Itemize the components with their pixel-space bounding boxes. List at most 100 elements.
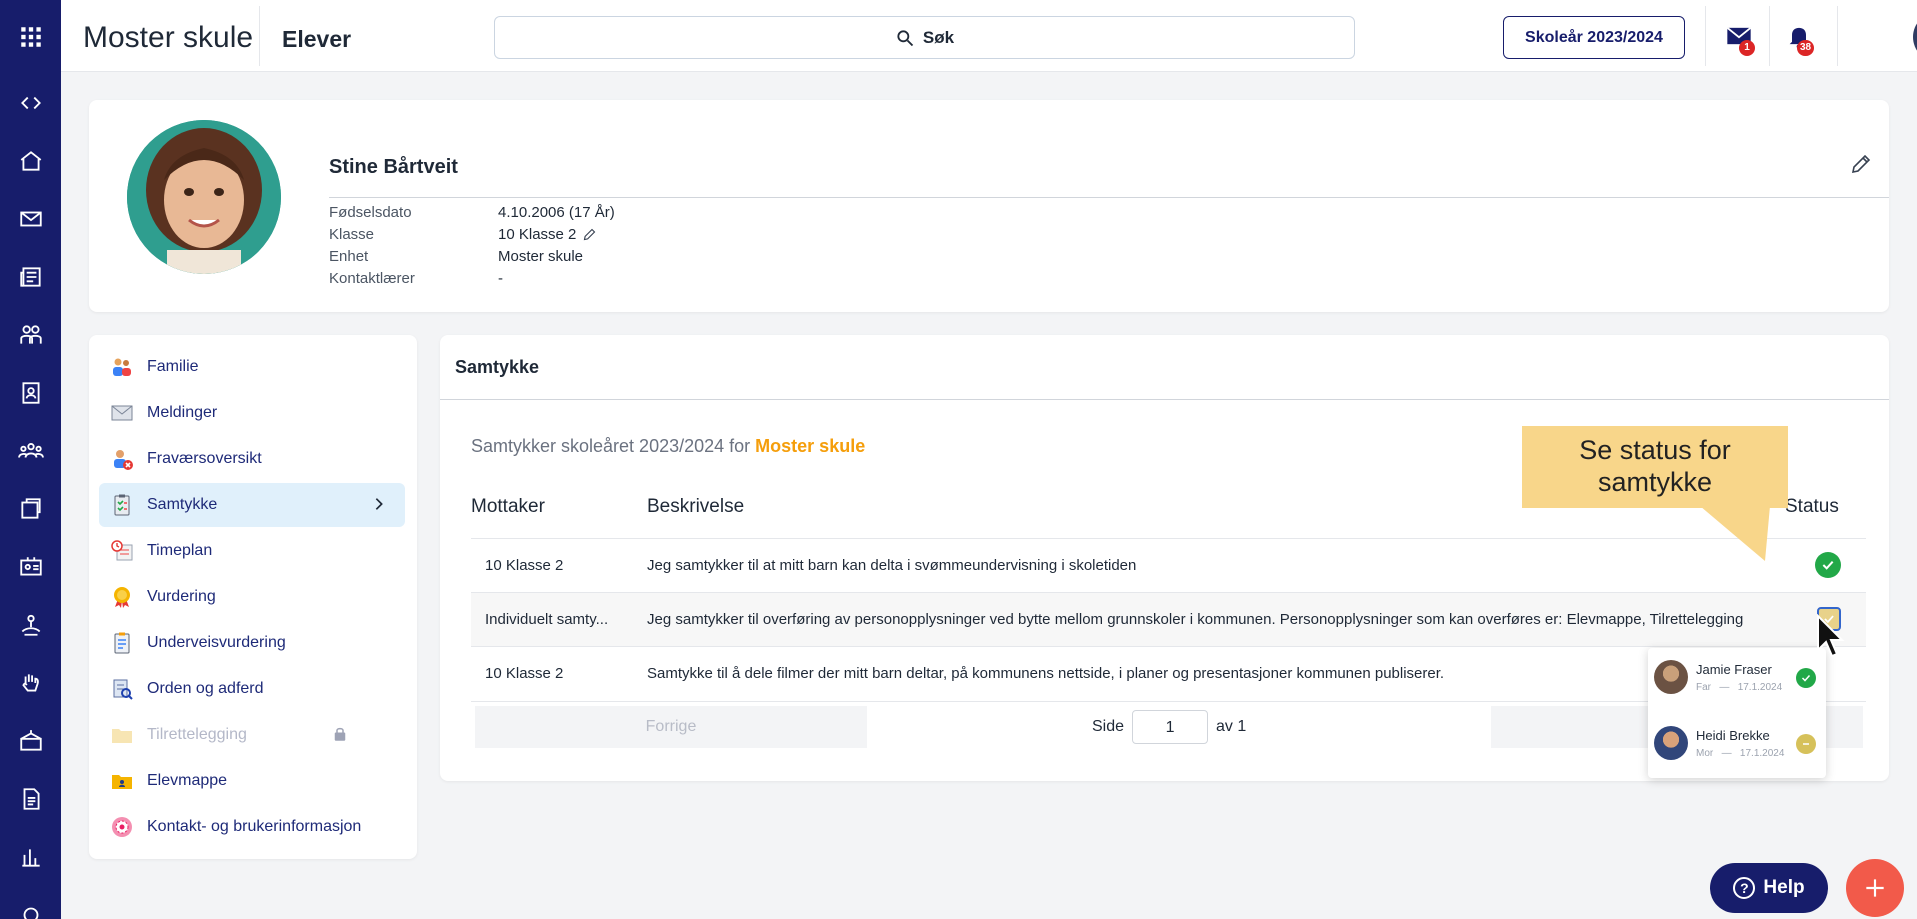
consent-subtitle: Samtykker skoleåret 2023/2024 for Moster…	[471, 436, 865, 457]
meditation-icon[interactable]	[0, 605, 61, 645]
help-label: Help	[1763, 877, 1805, 898]
help-button[interactable]: ? Help	[1710, 863, 1828, 913]
notification-badge: 38	[1797, 40, 1815, 56]
guardian-avatar	[1654, 660, 1688, 694]
expand-collapse-icon[interactable]	[0, 83, 61, 123]
menu-item-meldinger[interactable]: Meldinger	[99, 391, 405, 435]
page-indicator: Side 1 av 1	[1092, 710, 1246, 744]
description-cell: Jeg samtykker til overføring av personop…	[647, 611, 1743, 628]
menu-label: Kontakt- og brukerinformasjon	[147, 818, 362, 835]
document-icon[interactable]	[0, 779, 61, 819]
notifications-button[interactable]: 38	[1785, 22, 1817, 56]
puzzle-icon[interactable]	[0, 489, 61, 529]
school-year-button[interactable]: Skoleår 2023/2024	[1503, 16, 1685, 59]
student-side-menu: Familie Meldinger Fraværsoversikt Samtyk…	[89, 335, 417, 859]
subtitle-org-link[interactable]: Moster skule	[755, 436, 865, 456]
divider	[1705, 6, 1706, 66]
family-icon	[109, 354, 135, 380]
meta-separator: —	[1719, 682, 1730, 693]
page-label: Side	[1092, 718, 1125, 735]
recipient-cell: 10 Klasse 2	[485, 557, 564, 574]
birthdate-value: 4.10.2006 (17 År)	[498, 204, 615, 221]
people-icon[interactable]	[0, 431, 61, 471]
callout-tail	[1700, 506, 1770, 561]
absence-icon	[109, 446, 135, 472]
search-field[interactable]: Søk	[494, 16, 1355, 59]
apps-grid-icon[interactable]	[0, 17, 61, 57]
add-button[interactable]	[1846, 859, 1904, 917]
birthdate-label: Fødselsdato	[329, 204, 412, 221]
consent-clipboard-icon	[109, 492, 135, 518]
menu-item-underveisvurdering[interactable]: Underveisvurdering	[99, 621, 405, 665]
id-badge-icon[interactable]	[0, 547, 61, 587]
description-cell: Jeg samtykker til at mitt barn kan delta…	[647, 557, 1137, 574]
column-header-description[interactable]: Beskrivelse	[647, 496, 744, 518]
column-header-status[interactable]: Status	[1785, 496, 1839, 518]
status-pending-icon	[1796, 734, 1816, 754]
user-avatar[interactable]	[1913, 12, 1917, 62]
folder-icon	[109, 722, 135, 748]
status-callout: Se status for samtykke	[1522, 426, 1788, 508]
unit-label: Enhet	[329, 248, 369, 265]
assessment-icon	[109, 630, 135, 656]
menu-label: Orden og adferd	[147, 680, 264, 697]
menu-item-familie[interactable]: Familie	[99, 345, 405, 389]
hand-raise-icon[interactable]	[0, 663, 61, 703]
menu-item-elevmappe[interactable]: Elevmappe	[99, 759, 405, 803]
page-number-input[interactable]: 1	[1132, 710, 1209, 744]
guardian-avatar	[1654, 726, 1688, 760]
menu-label: Familie	[147, 358, 199, 375]
page-count-label: av 1	[1216, 718, 1247, 735]
class-label: Klasse	[329, 226, 375, 243]
behavior-icon	[109, 676, 135, 702]
birthdate-text: 4.10.2006 (17 År)	[498, 204, 615, 221]
statistics-icon[interactable]	[0, 837, 61, 877]
divider	[259, 6, 260, 66]
menu-item-samtykke[interactable]: Samtykke	[99, 483, 405, 527]
student-folder-icon	[109, 768, 135, 794]
menu-label: Elevmappe	[147, 772, 228, 789]
table-row[interactable]: Individuelt samty... Jeg samtykker til o…	[471, 593, 1866, 646]
mail-button[interactable]: 1	[1725, 22, 1757, 56]
guardian-entry: Jamie Fraser Far — 17.1.2024	[1654, 652, 1820, 704]
unit-value: Moster skule	[498, 248, 583, 265]
mail-icon[interactable]	[0, 199, 61, 239]
contact-teacher-label: Kontaktlærer	[329, 270, 415, 287]
divider	[329, 197, 1889, 198]
guardian-meta: Mor — 17.1.2024	[1696, 748, 1784, 759]
menu-item-kontakt-og-brukerinformasjon[interactable]: Kontakt- og brukerinformasjon	[99, 805, 405, 849]
left-navigation-rail	[0, 0, 61, 919]
classroom-icon[interactable]	[0, 721, 61, 761]
meta-separator: —	[1721, 748, 1732, 759]
column-header-recipient[interactable]: Mottaker	[471, 496, 545, 518]
previous-page-button[interactable]: Forrige	[475, 706, 867, 748]
divider	[1769, 6, 1770, 66]
pencil-icon	[1851, 154, 1871, 174]
help-icon: ?	[1733, 877, 1756, 899]
menu-item-fravaersoversikt[interactable]: Fraværsoversikt	[99, 437, 405, 481]
menu-item-timeplan[interactable]: Timeplan	[99, 529, 405, 573]
guardian-date: 17.1.2024	[1739, 748, 1785, 759]
contact-teacher-value: -	[498, 270, 503, 287]
student-card-icon[interactable]	[0, 373, 61, 413]
callout-line-1: Se status for	[1579, 435, 1731, 465]
home-icon[interactable]	[0, 141, 61, 181]
mail-badge: 1	[1739, 40, 1755, 56]
student-profile-card: Stine Bårtveit Fødselsdato 4.10.2006 (17…	[89, 100, 1889, 312]
guardian-entry: Heidi Brekke Mor — 17.1.2024	[1654, 718, 1820, 770]
menu-item-tilrettelegging: Tilrettelegging	[99, 713, 405, 757]
menu-item-vurdering[interactable]: Vurdering	[99, 575, 405, 619]
more-rail-icon[interactable]	[0, 895, 61, 919]
groups-icon[interactable]	[0, 315, 61, 355]
divider	[440, 399, 1889, 400]
menu-label: Meldinger	[147, 404, 218, 421]
search-label: Søk	[922, 27, 955, 47]
status-approved-icon[interactable]	[1815, 552, 1841, 578]
mouse-cursor-icon	[1817, 614, 1845, 658]
table-row[interactable]: 10 Klasse 2 Jeg samtykker til at mitt ba…	[471, 539, 1866, 592]
menu-item-orden-og-adferd[interactable]: Orden og adferd	[99, 667, 405, 711]
edit-class-pencil-icon[interactable]	[582, 227, 597, 242]
news-icon[interactable]	[0, 257, 61, 297]
student-photo	[127, 120, 281, 274]
edit-profile-button[interactable]	[1849, 152, 1875, 178]
